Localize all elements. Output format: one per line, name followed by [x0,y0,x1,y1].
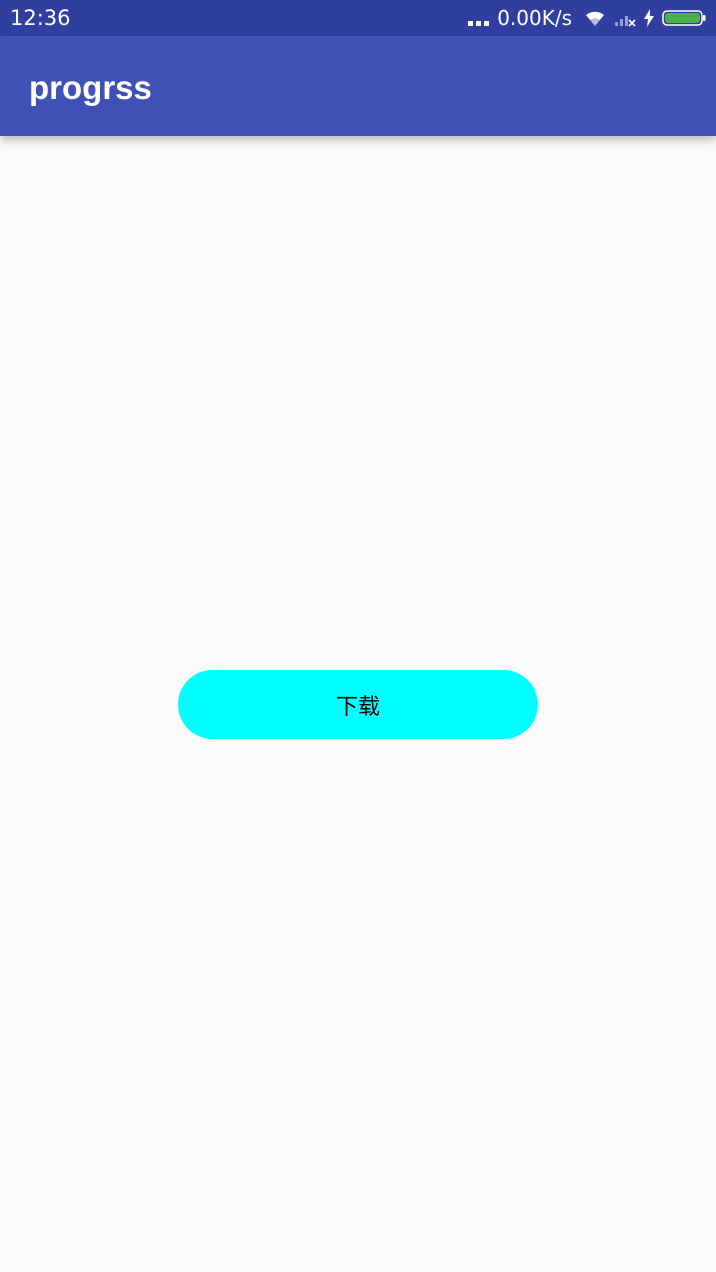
download-button[interactable]: 下载 [178,670,538,739]
screen: 12:36 0.00K/s progrss 下载 [0,0,716,1272]
wifi-icon [584,9,606,27]
signal-no-sim-icon [614,9,636,27]
status-bar: 12:36 0.00K/s [0,0,716,36]
status-time: 12:36 [10,6,71,30]
more-dots-icon [468,10,490,26]
net-speed: 0.00K/s [497,6,572,30]
charging-bolt-icon [644,9,654,27]
battery-icon [662,9,706,27]
app-bar: progrss [0,36,716,136]
status-icons: 0.00K/s [468,6,706,30]
page-title: progrss [29,69,152,106]
